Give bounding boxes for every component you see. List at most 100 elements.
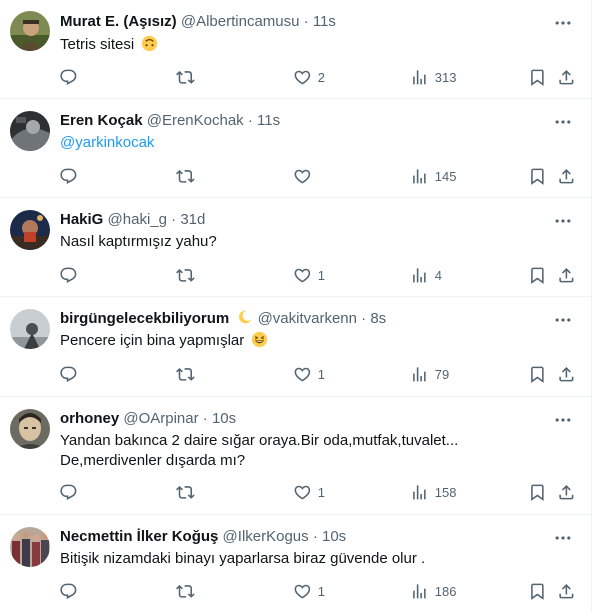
user-handle[interactable]: @vakitvarkenn: [258, 310, 357, 327]
analytics-icon: [410, 68, 429, 87]
user-handle[interactable]: @OArpinar: [123, 410, 198, 427]
reply-button[interactable]: [59, 166, 84, 186]
share-button[interactable]: [557, 67, 576, 87]
views-button[interactable]: 4: [410, 265, 442, 285]
display-name[interactable]: Necmettin İlker Koğuş: [60, 528, 218, 545]
tweet-text: Bitişik nizamdaki binayı yaparlarsa bira…: [60, 549, 571, 569]
tweet-text: Pencere için bina yapmışlar: [60, 331, 571, 351]
share-button[interactable]: [557, 166, 576, 186]
share-button[interactable]: [557, 364, 576, 384]
like-button[interactable]: [293, 166, 318, 186]
analytics-icon: [410, 483, 429, 502]
timestamp[interactable]: 8s: [370, 310, 386, 327]
more-options-icon[interactable]: [553, 310, 573, 330]
bookmark-icon: [528, 68, 547, 87]
timestamp[interactable]: 10s: [212, 410, 236, 427]
reply-button[interactable]: [59, 581, 84, 601]
tweet-header: Necmettin İlker Koğuş @IlkerKogus · 10s: [60, 527, 547, 547]
reply-button[interactable]: [59, 265, 84, 285]
tweet-text-line: Yandan bakınca 2 daire sığar oraya.Bir o…: [60, 432, 459, 449]
display-name[interactable]: orhoney: [60, 410, 119, 427]
reply-button[interactable]: [59, 67, 84, 87]
tweet-actions: 2 313: [0, 67, 591, 87]
crescent-moon-emoji-icon: [239, 310, 252, 324]
share-button[interactable]: [557, 482, 576, 502]
share-icon: [557, 483, 576, 502]
avatar[interactable]: [10, 11, 50, 51]
more-options-icon[interactable]: [553, 211, 573, 231]
timestamp[interactable]: 31d: [180, 211, 205, 228]
avatar[interactable]: [10, 210, 50, 250]
display-name[interactable]: Murat E. (Aşısız): [60, 13, 177, 30]
share-icon: [557, 365, 576, 384]
avatar[interactable]: [10, 309, 50, 349]
timestamp[interactable]: 10s: [322, 528, 346, 545]
bookmark-button[interactable]: [528, 166, 547, 186]
timestamp[interactable]: 11s: [313, 13, 336, 30]
tweet[interactable]: HakiG @haki_g · 31d Nasıl kaptırmışız ya…: [0, 198, 591, 297]
user-handle[interactable]: @haki_g: [108, 211, 167, 228]
view-count: 313: [434, 69, 457, 85]
tweet[interactable]: orhoney @OArpinar · 10s Yandan bakınca 2…: [0, 397, 591, 515]
more-options-icon[interactable]: [553, 410, 573, 430]
share-button[interactable]: [557, 581, 576, 601]
user-handle[interactable]: @Albertincamusu: [181, 13, 300, 30]
heart-icon: [293, 483, 312, 502]
reply-button[interactable]: [59, 364, 84, 384]
more-options-icon[interactable]: [553, 528, 573, 548]
user-handle[interactable]: @ErenKochak: [147, 112, 244, 129]
reply-icon: [59, 167, 78, 186]
tweet[interactable]: Murat E. (Aşısız) @Albertincamusu · 11s …: [0, 0, 591, 99]
view-count: 158: [434, 484, 457, 500]
avatar[interactable]: [10, 409, 50, 449]
like-button[interactable]: 2: [293, 67, 325, 87]
separator-dot: ·: [312, 528, 318, 545]
views-button[interactable]: 186: [410, 581, 456, 601]
retweet-button[interactable]: [176, 364, 201, 384]
avatar[interactable]: [10, 111, 50, 151]
bookmark-button[interactable]: [528, 581, 547, 601]
view-count: 186: [434, 583, 457, 599]
display-name[interactable]: HakiG: [60, 211, 103, 228]
bookmark-button[interactable]: [528, 482, 547, 502]
retweet-button[interactable]: [176, 482, 201, 502]
tweet-actions: 1 158: [0, 482, 591, 502]
share-icon: [557, 68, 576, 87]
more-options-icon[interactable]: [553, 112, 573, 132]
tweet[interactable]: Eren Koçak @ErenKochak · 11s @yarkinkoca…: [0, 99, 591, 198]
views-button[interactable]: 79: [410, 364, 449, 384]
heart-icon: [293, 167, 312, 186]
like-button[interactable]: 1: [293, 364, 325, 384]
views-button[interactable]: 313: [410, 67, 456, 87]
like-button[interactable]: 1: [293, 581, 325, 601]
retweet-button[interactable]: [176, 67, 201, 87]
view-count: 79: [434, 366, 450, 382]
user-handle[interactable]: @IlkerKogus: [223, 528, 309, 545]
timestamp[interactable]: 11s: [257, 112, 280, 129]
bookmark-button[interactable]: [528, 67, 547, 87]
display-name[interactable]: Eren Koçak: [60, 112, 143, 129]
retweet-button[interactable]: [176, 265, 201, 285]
retweet-button[interactable]: [176, 581, 201, 601]
mention-link[interactable]: @yarkinkocak: [60, 134, 154, 151]
share-button[interactable]: [557, 265, 576, 285]
reply-button[interactable]: [59, 482, 84, 502]
views-button[interactable]: 145: [410, 166, 456, 186]
like-button[interactable]: 1: [293, 265, 325, 285]
more-options-icon[interactable]: [553, 13, 573, 33]
display-name[interactable]: birgüngelecekbiliyorum: [60, 310, 229, 327]
like-count: 1: [317, 366, 325, 382]
views-button[interactable]: 158: [410, 482, 456, 502]
tweet[interactable]: Necmettin İlker Koğuş @IlkerKogus · 10s …: [0, 515, 591, 612]
tweet-text: Nasıl kaptırmışız yahu?: [60, 232, 571, 252]
tweet-actions: 1 186: [0, 581, 591, 601]
avatar[interactable]: [10, 527, 50, 567]
like-button[interactable]: 1: [293, 482, 325, 502]
tweet[interactable]: birgüngelecekbiliyorum @vakitvarkenn · 8…: [0, 297, 591, 397]
bookmark-button[interactable]: [528, 265, 547, 285]
separator-dot: ·: [171, 211, 177, 228]
like-count: 1: [317, 484, 325, 500]
retweet-button[interactable]: [176, 166, 201, 186]
bookmark-button[interactable]: [528, 364, 547, 384]
analytics-icon: [410, 365, 429, 384]
